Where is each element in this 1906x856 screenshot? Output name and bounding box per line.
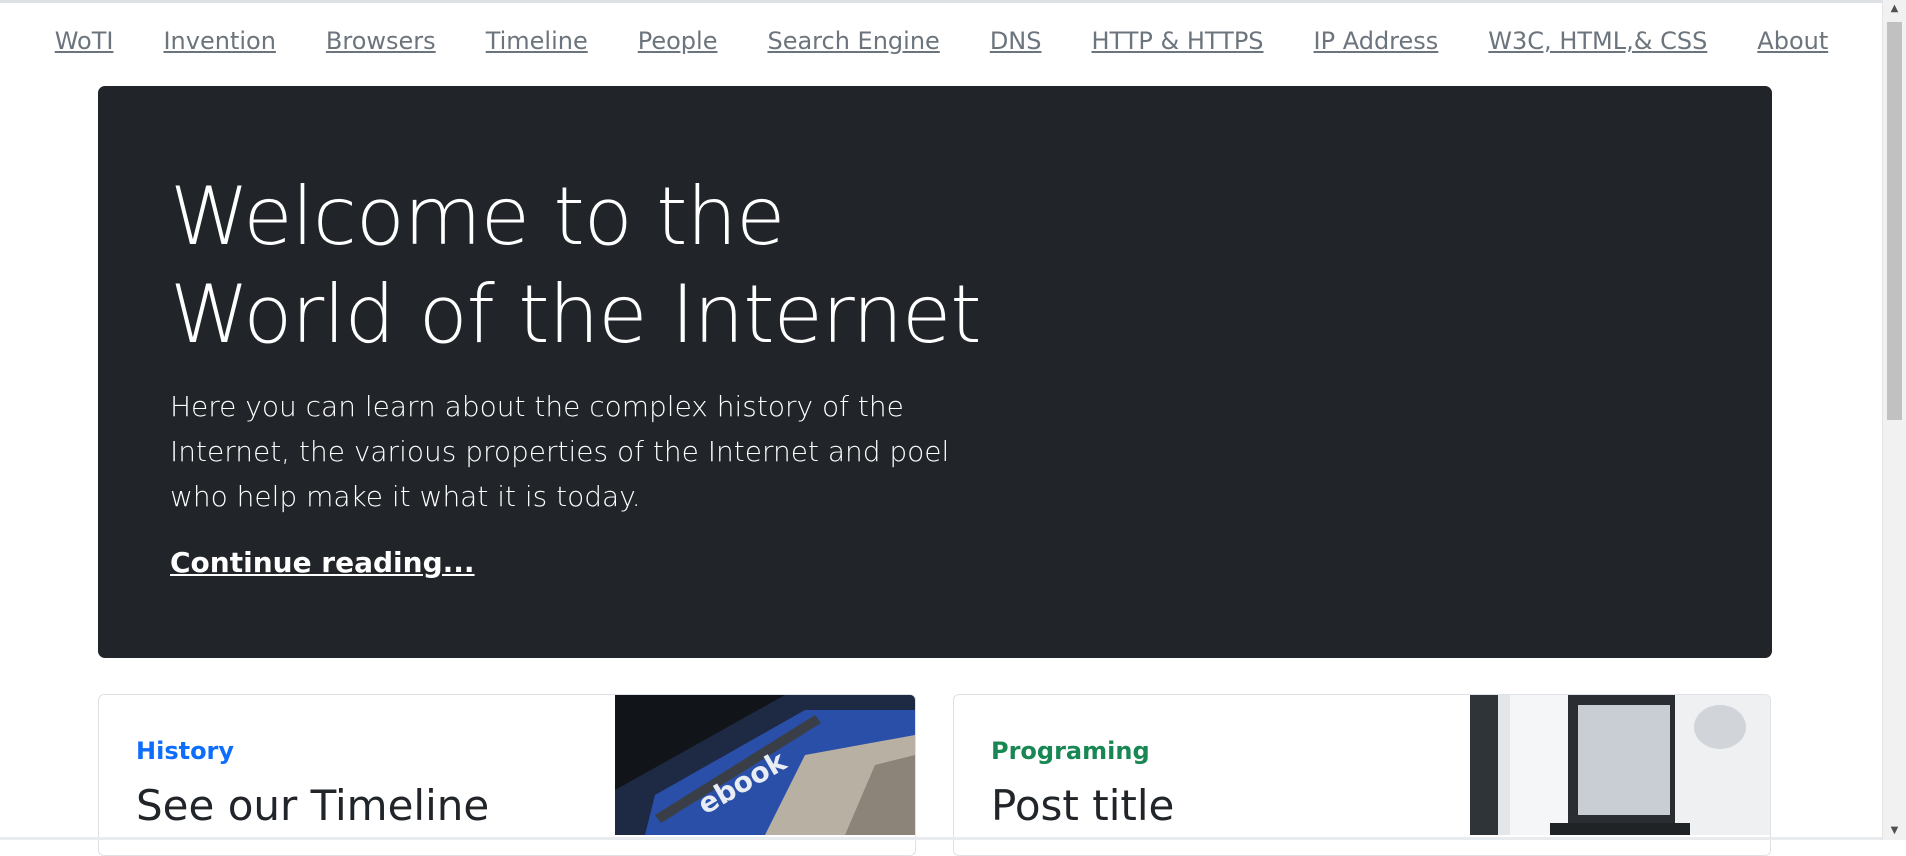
hero-lead: Here you can learn about the complex his… — [170, 390, 950, 513]
continue-reading-link[interactable]: Continue reading... — [170, 546, 475, 579]
hero-title-line-2: World of the Internet — [170, 268, 982, 361]
hero-title: Welcome to the World of the Internet — [170, 168, 990, 364]
hero-banner: Welcome to the World of the Internet Her… — [98, 86, 1772, 658]
scrollbar-thumb[interactable] — [1887, 22, 1902, 420]
card-title[interactable]: Post title — [991, 781, 1174, 830]
hero-title-line-1: Welcome to the — [170, 170, 785, 263]
featured-card-programing: Programing Post title — [953, 694, 1771, 856]
nav-link-ip-address[interactable]: IP Address — [1314, 27, 1439, 55]
nav-link-search-engine[interactable]: Search Engine — [767, 27, 939, 55]
top-nav: WoTI Invention Browsers Timeline People … — [0, 0, 1883, 82]
nav-link-w3c-html-css[interactable]: W3C, HTML,& CSS — [1488, 27, 1707, 55]
card-title[interactable]: See our Timeline — [136, 781, 489, 830]
nav-link-people[interactable]: People — [638, 27, 718, 55]
featured-card-history: History See our Timeline ebook — [98, 694, 916, 856]
card-thumbnail-image — [1470, 695, 1770, 835]
nav-link-http-https[interactable]: HTTP & HTTPS — [1091, 27, 1263, 55]
page-scrollbar[interactable]: ▲ ▼ — [1882, 0, 1906, 840]
nav-link-about[interactable]: About — [1757, 27, 1828, 55]
nav-link-invention[interactable]: Invention — [163, 27, 275, 55]
nav-link-woti[interactable]: WoTI — [55, 27, 114, 55]
card-thumbnail-image: ebook — [615, 695, 915, 835]
scroll-down-arrow-icon[interactable]: ▼ — [1883, 822, 1906, 840]
card-category: Programing — [991, 737, 1150, 765]
nav-link-timeline[interactable]: Timeline — [486, 27, 588, 55]
scroll-up-arrow-icon[interactable]: ▲ — [1883, 0, 1906, 18]
nav-link-dns[interactable]: DNS — [990, 27, 1042, 55]
nav-link-browsers[interactable]: Browsers — [326, 27, 436, 55]
card-category: History — [136, 737, 235, 765]
